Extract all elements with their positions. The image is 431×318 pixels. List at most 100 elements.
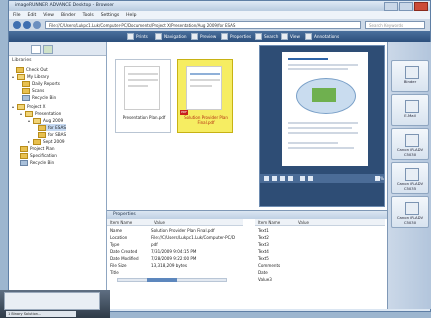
tree-item-aug-2009[interactable]: ▴ Aug 2009 — [28, 117, 63, 124]
first-page-icon[interactable] — [264, 176, 269, 181]
menu-file[interactable]: File — [13, 13, 21, 18]
scrollbar-thumb[interactable] — [147, 278, 177, 282]
column-header-value-2[interactable]: Value — [295, 219, 385, 226]
tree-item-daily-reports[interactable]: Daily Reports — [22, 80, 60, 87]
tree-item-for-esas[interactable]: for ESAS — [38, 124, 66, 131]
tree-item-for-sbas[interactable]: for SBAS — [38, 131, 66, 138]
zoom-out-icon[interactable] — [300, 176, 305, 181]
diagram-image — [312, 88, 336, 102]
search-icon — [255, 33, 262, 40]
menu-settings[interactable]: Settings — [101, 13, 119, 18]
property-row[interactable]: File Size 13,318,209 bytes — [107, 262, 243, 269]
taskbar-window-thumbnail[interactable] — [4, 292, 100, 310]
email-button[interactable]: E-Mail — [391, 94, 429, 126]
property-row[interactable]: Date Created 7/31/2009 9:04:15 PM — [107, 248, 243, 255]
view-button[interactable]: View — [281, 33, 300, 40]
thumbnail-caption: Presentation Plan.pdf — [122, 115, 166, 120]
property-row-2[interactable]: Text3 — [255, 241, 385, 248]
property-row-2[interactable]: Text2 — [255, 234, 385, 241]
up-folder-icon[interactable] — [33, 21, 41, 29]
tree-item-presentation[interactable]: ▴ Presentation — [20, 110, 61, 117]
taskbar-item[interactable]: 1 Binary Solution... — [6, 311, 76, 317]
properties-button[interactable]: Properties — [221, 33, 251, 40]
navigation-panel: Libraries Check Out ▴ My Library Daily Re… — [9, 42, 107, 309]
close-button[interactable] — [414, 2, 428, 11]
printer-button[interactable]: Canon iR-ADV C5030 — [391, 196, 429, 228]
tree-item-project-x[interactable]: ▴ Project X — [12, 103, 46, 110]
property-row[interactable]: Type pdf — [107, 241, 243, 248]
tree-item-specification[interactable]: Specification — [20, 152, 57, 159]
preview-page — [282, 52, 368, 166]
thumbnail-caption: Solution Provider Plan Final.pdf — [184, 115, 228, 125]
folder-tab[interactable] — [43, 45, 53, 54]
search-button[interactable]: Search — [255, 33, 278, 40]
menu-help[interactable]: Help — [126, 13, 136, 18]
prints-button[interactable]: Prints — [127, 33, 148, 40]
zoom-level[interactable]: 73% — [375, 176, 384, 181]
folder-icon — [22, 80, 30, 87]
property-row[interactable]: Title — [107, 269, 243, 276]
tree-item-recycle-bin[interactable]: Recycle Bin — [22, 94, 56, 101]
panel-tabs — [9, 42, 106, 56]
toolbar: Prints Navigation Preview Properties Sea… — [9, 31, 430, 42]
property-row-2[interactable]: Text1 — [255, 227, 385, 234]
binder-button[interactable]: Binder — [391, 60, 429, 92]
properties-title: Properties — [107, 211, 387, 219]
tree-item-my-library[interactable]: ▴ My Library — [12, 73, 49, 80]
printer-button[interactable]: Canon iR-ADV C5035 — [391, 162, 429, 194]
property-row-2[interactable]: Comments — [255, 262, 385, 269]
property-row-2[interactable]: Date — [255, 269, 385, 276]
print-icon — [127, 33, 134, 40]
annotation-icon — [305, 33, 312, 40]
property-row-2[interactable]: Value3 — [255, 276, 385, 283]
back-arrow-icon[interactable] — [13, 21, 21, 29]
menu-view[interactable]: View — [43, 13, 54, 18]
tree-item-scans[interactable]: Scans — [22, 87, 44, 94]
content-area: Presentation Plan.pdf PDF Solution Provi… — [107, 42, 387, 210]
prev-page-icon[interactable] — [272, 176, 277, 181]
property-row[interactable]: Date Modified 7/28/2009 9:22:00 PM — [107, 255, 243, 262]
column-header-value[interactable]: Value — [151, 219, 243, 226]
address-row: File://C/Users/Lukpc1.Luk/Computer-PC/Do… — [9, 19, 430, 31]
folder-icon — [16, 66, 24, 73]
preview-toolbar: 73% — [260, 174, 384, 183]
preview-button[interactable]: Preview — [191, 33, 216, 40]
tree-item-check-out[interactable]: Check Out — [16, 66, 48, 73]
taskbar: 1 Binary Solution... — [0, 290, 110, 318]
menu-tools[interactable]: Tools — [83, 13, 94, 18]
address-bar[interactable]: File://C/Users/Lukpc1.Luk/Computer-PC/Do… — [45, 21, 361, 29]
property-row-2[interactable]: Text5 — [255, 255, 385, 262]
property-row-2[interactable]: Text4 — [255, 248, 385, 255]
last-page-icon[interactable] — [288, 176, 293, 181]
document-thumbnail[interactable]: Presentation Plan.pdf — [115, 59, 171, 133]
folder-icon — [33, 117, 41, 124]
maximize-button[interactable] — [399, 2, 413, 11]
folder-icon — [20, 145, 28, 152]
forward-arrow-icon[interactable] — [23, 21, 31, 29]
zoom-in-icon[interactable] — [308, 176, 313, 181]
next-page-icon[interactable] — [280, 176, 285, 181]
navigation-button[interactable]: Navigation — [155, 33, 187, 40]
tree-item-recycle-bin-project[interactable]: Recycle Bin — [20, 159, 54, 166]
minimize-button[interactable] — [384, 2, 398, 11]
search-input[interactable]: Search Keywords — [365, 21, 425, 29]
printer-button[interactable]: Canon iR-ADV C5030 — [391, 128, 429, 160]
properties-icon — [221, 33, 228, 40]
properties-panel: Properties Item Name Value Item Name Val… — [107, 210, 387, 309]
document-page-preview — [186, 66, 222, 110]
column-header-name-2[interactable]: Item Name — [255, 219, 295, 226]
column-header-name[interactable]: Item Name — [107, 219, 151, 226]
recycle-bin-icon — [22, 94, 30, 101]
tree-item-project-plan[interactable]: Project Plan — [20, 145, 55, 152]
property-row[interactable]: Name Solution Provider Plan Final.pdf — [107, 227, 243, 234]
preview-pane: 73% — [259, 45, 385, 207]
property-row[interactable]: Location File://C/Users/Lukpc1.Luk/Comput… — [107, 234, 243, 241]
library-tab[interactable] — [31, 45, 41, 54]
view-icon — [281, 33, 288, 40]
tree-item-sept-2009[interactable]: ▸ Sept 2009 — [28, 138, 65, 145]
menu-binder[interactable]: Binder — [61, 13, 76, 18]
menu-edit[interactable]: Edit — [28, 13, 37, 18]
folder-icon — [33, 138, 41, 145]
document-thumbnail-selected[interactable]: PDF Solution Provider Plan Final.pdf — [177, 59, 233, 133]
annotations-button[interactable]: Annotations — [305, 33, 339, 40]
